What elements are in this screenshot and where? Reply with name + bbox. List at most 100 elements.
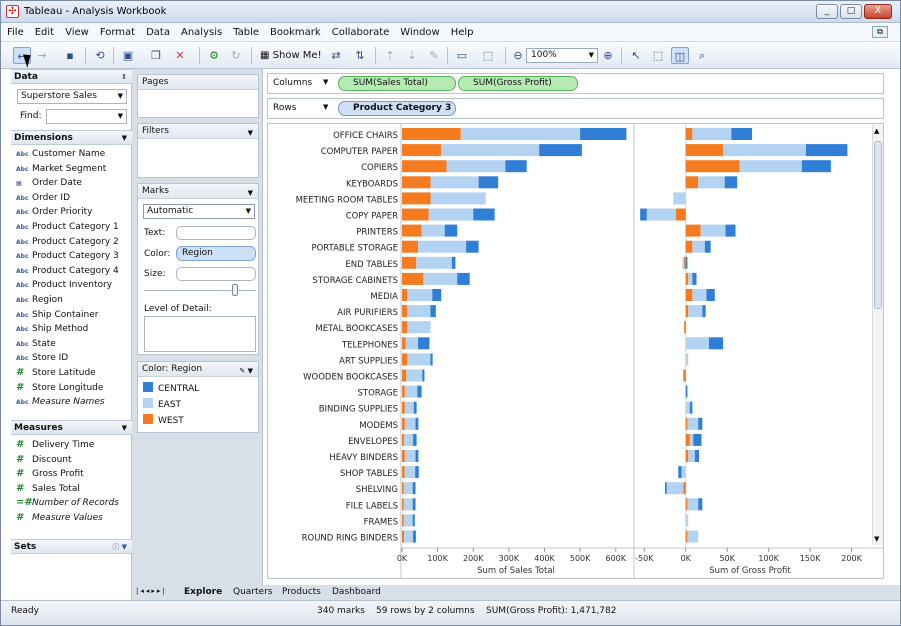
- measure-field[interactable]: # Sales Total: [16, 482, 80, 496]
- bar-segment[interactable]: [402, 176, 431, 189]
- bar-segment[interactable]: [413, 433, 417, 446]
- dimension-field[interactable]: Abc Product Category 2: [16, 235, 119, 249]
- bar-segment[interactable]: [460, 128, 581, 140]
- bar-segment[interactable]: [407, 353, 431, 366]
- zoom-select[interactable]: 100% ▼: [526, 48, 598, 63]
- bar-segment[interactable]: [430, 192, 486, 205]
- close-button[interactable]: X: [864, 4, 892, 19]
- scrollbar-thumb[interactable]: [874, 141, 882, 309]
- bar-segment[interactable]: [685, 385, 688, 398]
- bar-segment[interactable]: [685, 176, 699, 189]
- bar-segment[interactable]: [692, 272, 697, 285]
- sort-asc-icon[interactable]: ⇡: [381, 47, 399, 64]
- bar-segment[interactable]: [685, 417, 688, 430]
- pages-card[interactable]: Pages: [137, 74, 259, 118]
- bar-segment[interactable]: [404, 417, 416, 430]
- bar-segment[interactable]: [685, 289, 693, 301]
- dimension-field[interactable]: Abc Ship Container: [16, 308, 98, 322]
- tab-explore[interactable]: Explore: [184, 586, 222, 599]
- chevron-down-icon[interactable]: ▼: [323, 78, 328, 86]
- select-icon[interactable]: ↖: [627, 47, 645, 64]
- highlight-icon[interactable]: ✎: [425, 47, 443, 64]
- bar-segment[interactable]: [402, 192, 431, 205]
- measure-field[interactable]: # Discount: [16, 453, 72, 467]
- bar-segment[interactable]: [418, 337, 430, 350]
- dimensions-header[interactable]: Dimensions ▼: [11, 130, 132, 145]
- bar-segment[interactable]: [723, 144, 806, 157]
- edit-pencil-icon[interactable]: ✎ ▼: [240, 364, 253, 378]
- menu-file[interactable]: File: [7, 27, 24, 38]
- filters-card[interactable]: Filters ▼: [137, 123, 259, 178]
- bar-segment[interactable]: [801, 160, 831, 173]
- bar-segment[interactable]: [402, 353, 408, 366]
- bar-segment[interactable]: [407, 321, 431, 334]
- bar-segment[interactable]: [687, 498, 699, 511]
- bar-segment[interactable]: [417, 385, 422, 398]
- bar-segment[interactable]: [406, 369, 423, 382]
- columns-pill-sales-total[interactable]: SUM(Sales Total): [338, 76, 456, 91]
- bar-segment[interactable]: [704, 240, 711, 253]
- bar-segment[interactable]: [685, 272, 689, 285]
- bar-segment[interactable]: [412, 498, 416, 511]
- measures-header[interactable]: Measures ▼: [11, 420, 132, 435]
- bar-segment[interactable]: [428, 208, 474, 221]
- bar-segment[interactable]: [415, 450, 419, 462]
- bar-segment[interactable]: [685, 337, 709, 350]
- menu-collaborate[interactable]: Collaborate: [332, 27, 390, 38]
- radial-select-icon[interactable]: ◫: [671, 47, 689, 64]
- dimension-field[interactable]: Abc Product Inventory: [16, 278, 112, 292]
- bar-segment[interactable]: [688, 305, 703, 318]
- bar-segment[interactable]: [684, 256, 686, 269]
- menu-format[interactable]: Format: [100, 27, 135, 38]
- bar-segment[interactable]: [473, 208, 495, 221]
- bar-segment[interactable]: [698, 498, 703, 511]
- bar-segment[interactable]: [689, 401, 693, 414]
- zoom-out-icon[interactable]: ⊖: [509, 47, 527, 64]
- bar-segment[interactable]: [412, 514, 415, 527]
- legend-item-central[interactable]: CENTRAL: [143, 382, 199, 394]
- bar-segment[interactable]: [402, 272, 424, 285]
- sort-icon[interactable]: ⇅: [351, 47, 369, 64]
- bar-segment[interactable]: [402, 128, 461, 140]
- tab-quarters[interactable]: Quarters: [233, 586, 272, 599]
- measure-field[interactable]: # Measure Values: [16, 511, 103, 525]
- bar-segment[interactable]: [683, 482, 686, 495]
- tab-dashboard[interactable]: Dashboard: [332, 586, 381, 599]
- rect-select-icon[interactable]: ⬚: [649, 47, 667, 64]
- new-worksheet-icon[interactable]: ▣: [119, 47, 137, 64]
- bar-segment[interactable]: [685, 530, 688, 543]
- bar-segment[interactable]: [666, 482, 684, 495]
- fit-icon[interactable]: ⬚: [479, 47, 497, 64]
- mark-type-select[interactable]: Automatic ▼: [143, 204, 255, 219]
- columns-shelf[interactable]: Columns ▼ SUM(Sales Total) SUM(Gross Pro…: [267, 73, 884, 94]
- dimension-field[interactable]: Abc State: [16, 337, 56, 351]
- sort-desc-icon[interactable]: ⇣: [403, 47, 421, 64]
- bar-segment[interactable]: [404, 433, 414, 446]
- chevron-down-icon[interactable]: ▼: [248, 186, 253, 200]
- dimension-field[interactable]: ▦ Order Date: [16, 176, 82, 190]
- menu-data[interactable]: Data: [146, 27, 170, 38]
- dimension-field[interactable]: Abc Product Category 3: [16, 249, 119, 263]
- bar-segment[interactable]: [580, 128, 627, 140]
- vertical-scrollbar[interactable]: ▲ ▼: [872, 125, 883, 545]
- bar-segment[interactable]: [402, 369, 407, 382]
- bar-segment[interactable]: [430, 305, 436, 318]
- scroll-up-icon[interactable]: ▲: [874, 127, 879, 135]
- minimize-button[interactable]: _: [816, 4, 838, 19]
- bar-segment[interactable]: [402, 530, 405, 543]
- bar-segment[interactable]: [446, 160, 506, 173]
- bar-segment[interactable]: [694, 450, 700, 462]
- duplicate-sheet-icon[interactable]: ❐: [147, 47, 165, 64]
- info-icon[interactable]: ⓘ ▼: [112, 540, 127, 554]
- bar-segment[interactable]: [706, 289, 715, 301]
- bar-segment[interactable]: [402, 305, 408, 318]
- bar-segment[interactable]: [665, 482, 667, 495]
- bar-segment[interactable]: [402, 417, 405, 430]
- bar-segment[interactable]: [685, 498, 688, 511]
- bar-segment[interactable]: [685, 144, 724, 157]
- bar-segment[interactable]: [700, 224, 726, 237]
- bar-segment[interactable]: [422, 369, 425, 382]
- bar-segment[interactable]: [402, 256, 417, 269]
- bar-segment[interactable]: [402, 240, 419, 253]
- bar-segment[interactable]: [402, 466, 405, 479]
